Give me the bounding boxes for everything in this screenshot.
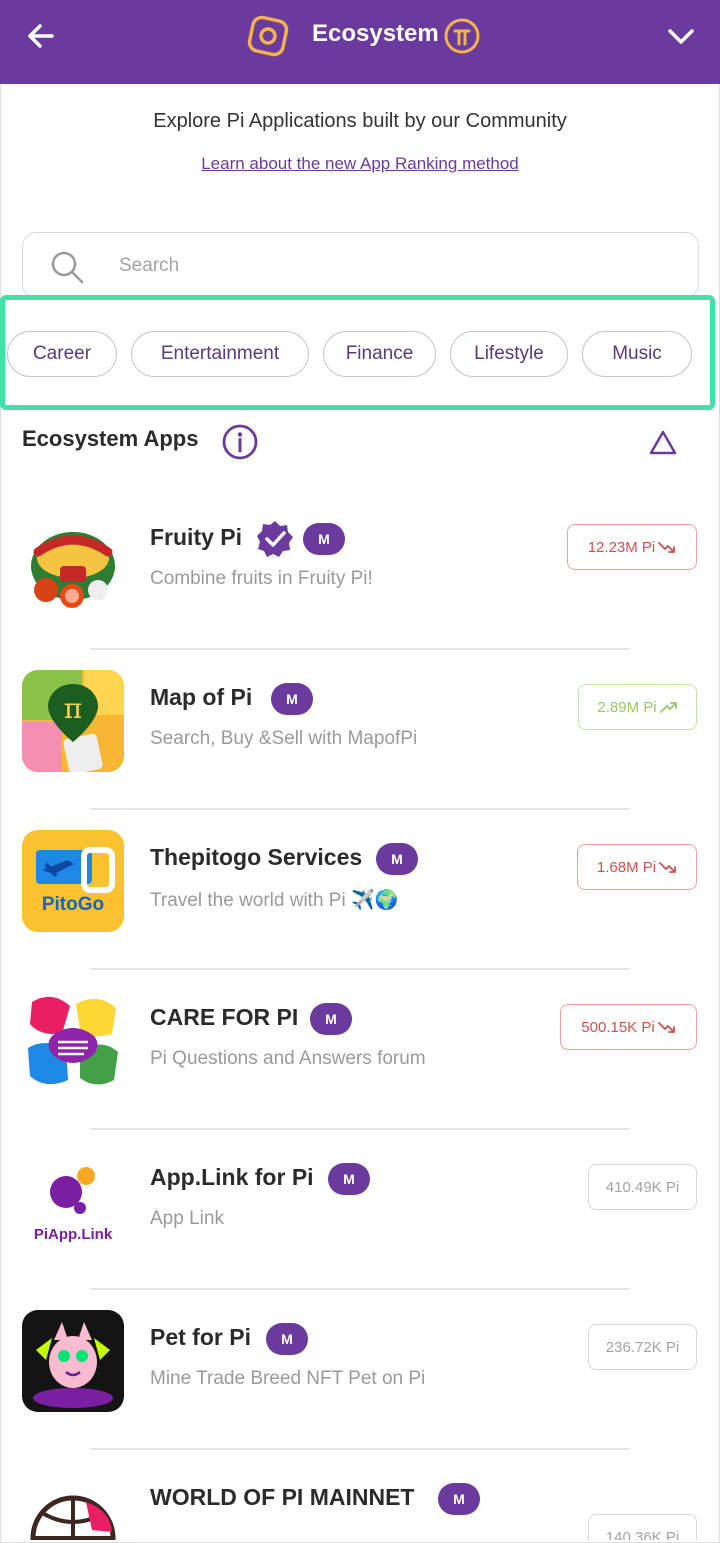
pitogo-app-icon: PitoGo <box>22 830 124 932</box>
app-link-icon-text: PiApp.Link <box>33 1226 113 1243</box>
m-badge: M <box>303 523 345 555</box>
verified-badge-icon <box>257 521 293 557</box>
app-row-map-of-pi[interactable]: π Map of Pi M Search, Buy &Sell with Map… <box>0 650 720 810</box>
header-bar: Ecosystem <box>0 0 720 84</box>
app-name: Thepitogo Services <box>150 844 363 870</box>
app-description: Mine Trade Breed NFT Pet on Pi <box>150 1368 426 1389</box>
search-box[interactable] <box>22 232 699 298</box>
app-link-app-icon: PiApp.Link <box>22 1150 124 1252</box>
app-description: Search, Buy &Sell with MapofPi <box>150 728 418 749</box>
app-stat-value: 12.23M Pi <box>587 538 656 556</box>
app-stat-pill: 410.49K Pi <box>588 1164 697 1210</box>
app-name: App.Link for Pi <box>150 1164 314 1190</box>
app-stat-value: 140.36K Pi <box>605 1528 680 1541</box>
back-button[interactable] <box>22 18 66 54</box>
app-row-pet-for-pi[interactable]: Pet for Pi M Mine Trade Breed NFT Pet on… <box>0 1290 720 1450</box>
m-badge: M <box>310 1003 352 1035</box>
care-for-pi-app-icon <box>22 990 124 1092</box>
m-badge: M <box>376 843 418 875</box>
app-ranking-link[interactable]: Learn about the new App Ranking method <box>0 154 720 174</box>
app-row-thepitogo-services[interactable]: PitoGo Thepitogo Services M Travel the w… <box>0 810 720 970</box>
app-name: Pet for Pi <box>150 1324 251 1350</box>
section-title: Ecosystem Apps <box>22 426 199 451</box>
pi-coin-icon <box>443 17 481 55</box>
app-stat-value: 500.15K Pi <box>581 1018 655 1036</box>
app-row-app-link-for-pi[interactable]: PiApp.Link App.Link for Pi M App Link 41… <box>0 1130 720 1290</box>
app-name: CARE FOR PI <box>150 1004 299 1030</box>
m-badge: M <box>328 1163 370 1195</box>
category-chip-music[interactable]: Music <box>582 331 692 377</box>
search-icon <box>51 251 84 284</box>
page-title: Ecosystem <box>312 20 439 47</box>
intro-subtitle: Explore Pi Applications built by our Com… <box>153 110 567 132</box>
m-badge: M <box>271 683 313 715</box>
pet-for-pi-app-icon <box>22 1310 124 1412</box>
svg-text:π: π <box>64 692 82 725</box>
ecosystem-logo-icon <box>244 12 292 60</box>
chevron-down-icon <box>668 29 694 44</box>
app-stat-value: 236.72K Pi <box>605 1338 680 1356</box>
app-description: App Link <box>150 1208 224 1229</box>
category-chip-finance[interactable]: Finance <box>323 331 436 377</box>
app-name: Map of Pi <box>150 684 253 710</box>
trend-down-icon <box>657 1022 675 1033</box>
arrow-left-icon <box>28 24 54 48</box>
app-stat-pill: 1.68M Pi <box>577 844 697 890</box>
app-row-world-of-pi-mainnet[interactable]: WORLD OF PI MAINNET M 140.36K Pi <box>0 1450 720 1540</box>
trend-down-icon <box>659 862 676 873</box>
app-stat-pill: 140.36K Pi <box>588 1514 697 1540</box>
trend-down-icon <box>658 542 676 553</box>
pitogo-icon-text: PitoGo <box>41 894 105 915</box>
app-stat-value: 1.68M Pi <box>596 858 657 876</box>
map-of-pi-app-icon: π <box>22 670 124 772</box>
app-description: Combine fruits in Fruity Pi! <box>150 568 373 589</box>
app-description: Travel the world with Pi ✈️🌍 <box>150 890 399 911</box>
app-stat-pill: 236.72K Pi <box>588 1324 697 1370</box>
category-chip-career[interactable]: Career <box>7 331 117 377</box>
app-row-fruity-pi[interactable]: Fruity Pi M Combine fruits in Fruity Pi!… <box>0 490 720 650</box>
search-input[interactable] <box>119 249 659 283</box>
app-stat-value: 410.49K Pi <box>605 1178 680 1196</box>
trend-up-icon <box>659 702 677 713</box>
app-stat-value: 2.89M Pi <box>597 698 657 716</box>
app-stat-pill: 2.89M Pi <box>578 684 697 730</box>
menu-toggle-button[interactable] <box>662 20 700 52</box>
fruity-pi-app-icon <box>22 510 124 612</box>
category-chip-entertainment[interactable]: Entertainment <box>131 331 309 377</box>
app-row-care-for-pi[interactable]: CARE FOR PI M Pi Questions and Answers f… <box>0 970 720 1130</box>
app-description: Pi Questions and Answers forum <box>150 1048 426 1069</box>
m-badge: M <box>266 1323 308 1355</box>
app-name: Fruity Pi <box>150 524 243 550</box>
sort-triangle-icon[interactable] <box>648 428 678 456</box>
category-chip-lifestyle[interactable]: Lifestyle <box>450 331 568 377</box>
app-stat-pill: 12.23M Pi <box>567 524 697 570</box>
world-of-pi-app-icon <box>22 1470 124 1540</box>
app-name: WORLD OF PI MAINNET <box>150 1484 415 1510</box>
app-stat-pill: 500.15K Pi <box>560 1004 697 1050</box>
m-badge: M <box>438 1483 480 1515</box>
info-icon[interactable] <box>221 423 259 461</box>
